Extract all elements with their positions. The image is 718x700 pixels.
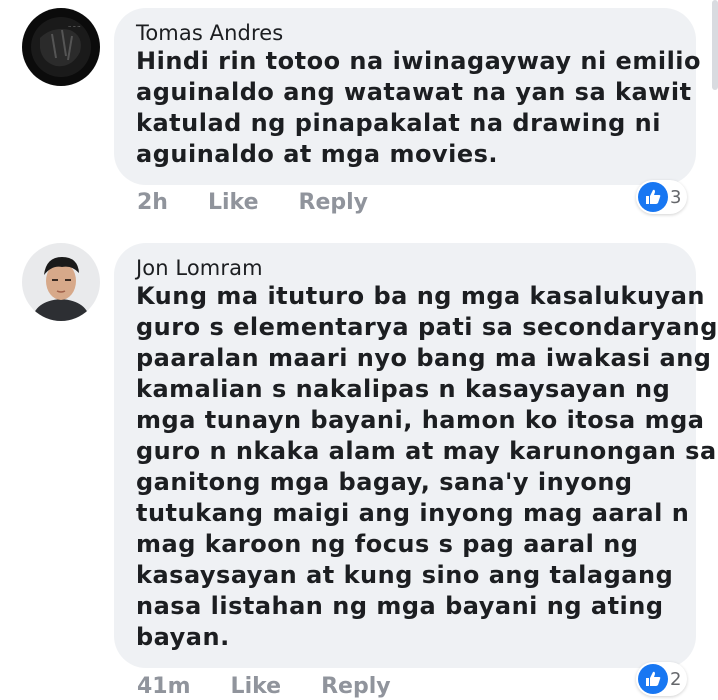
reaction-summary[interactable]: 3 [636,180,688,214]
comment-line: Kung ma ituturo ba ng mga kasalukuyan [136,282,705,310]
comment-time[interactable]: 2h [137,190,168,215]
avatar[interactable] [22,243,100,321]
comment-line: ganitong mga bagay, sana'y inyong [136,468,633,496]
reaction-count: 3 [670,186,682,208]
comment-author[interactable]: Tomas Andres [136,20,674,46]
comment-actions: 41m Like Reply [137,674,431,699]
avatar[interactable]: ~ ~ ~ [22,8,100,86]
comment-line: katulad ng pinapakalat na drawing ni [136,109,661,137]
comment-bubble: Jon Lomram Kung ma ituturo ba ng mga kas… [114,243,718,668]
reaction-count: 2 [670,668,682,690]
comment-line: kasaysayan at kung sino ang talagang [136,561,674,589]
thumbs-up-icon [638,182,668,212]
like-button[interactable]: Like [231,674,282,699]
comment-bubble: Tomas Andres Hindi rin totoo na iwinagay… [114,8,702,185]
reply-button[interactable]: Reply [321,674,391,699]
comment-line: aguinaldo at mga movies. [136,140,499,168]
comment-line: guro n nkaka alam at may karunongan sa [136,437,717,465]
comment-line: Hindi rin totoo na iwinagayway ni emilio [136,47,702,75]
comment-line: kamalian s nakalipas n kasaysayan ng [136,375,671,403]
comment-line: tutukang maigi ang inyong mag aaral n [136,499,690,527]
comment-line: mga tunayn bayani, hamon ko itosa mga [136,406,705,434]
reply-button[interactable]: Reply [299,190,369,215]
scrollbar[interactable] [712,0,718,90]
svg-text:~ ~ ~: ~ ~ ~ [68,24,81,29]
comment-text: Kung ma ituturo ba ng mga kasalukuyan gu… [136,281,718,653]
like-button[interactable]: Like [208,190,259,215]
comment-line: paaralan maari nyo bang ma iwakasi ang [136,344,712,372]
thumbs-up-icon [638,664,668,694]
comment-time[interactable]: 41m [137,674,191,699]
comment-actions: 2h Like Reply [137,190,408,215]
comment-line: nasa listahan ng mga bayani ng ating [136,592,664,620]
comment-line: guro s elementarya pati sa secondaryang [136,313,718,341]
reaction-summary[interactable]: 2 [636,662,688,696]
comment-author[interactable]: Jon Lomram [136,255,674,281]
comment-line: aguinaldo ang watawat na yan sa kawit [136,78,692,106]
comment-line: bayan. [136,623,230,651]
avatar-image [22,243,100,321]
comment-text: Hindi rin totoo na iwinagayway ni emilio… [136,46,702,170]
comment-line: mag karoon ng focus s pag aaral ng [136,530,639,558]
avatar-image: ~ ~ ~ [22,8,100,86]
